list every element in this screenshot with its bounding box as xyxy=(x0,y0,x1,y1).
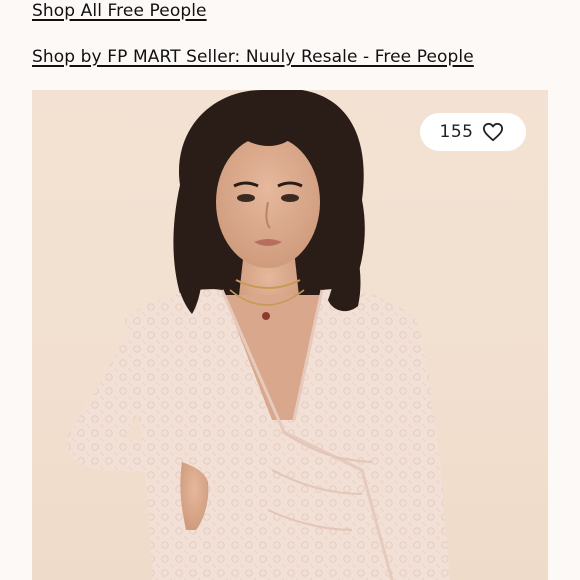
shop-all-free-people-link[interactable]: Shop All Free People xyxy=(32,1,207,21)
shop-by-seller-link[interactable]: Shop by FP MART Seller: Nuuly Resale - F… xyxy=(32,47,474,67)
heart-outline-icon xyxy=(482,122,504,142)
model-illustration xyxy=(66,90,450,580)
like-button[interactable]: 155 xyxy=(420,113,526,151)
like-count: 155 xyxy=(439,122,474,142)
listing-photo[interactable] xyxy=(32,90,548,580)
